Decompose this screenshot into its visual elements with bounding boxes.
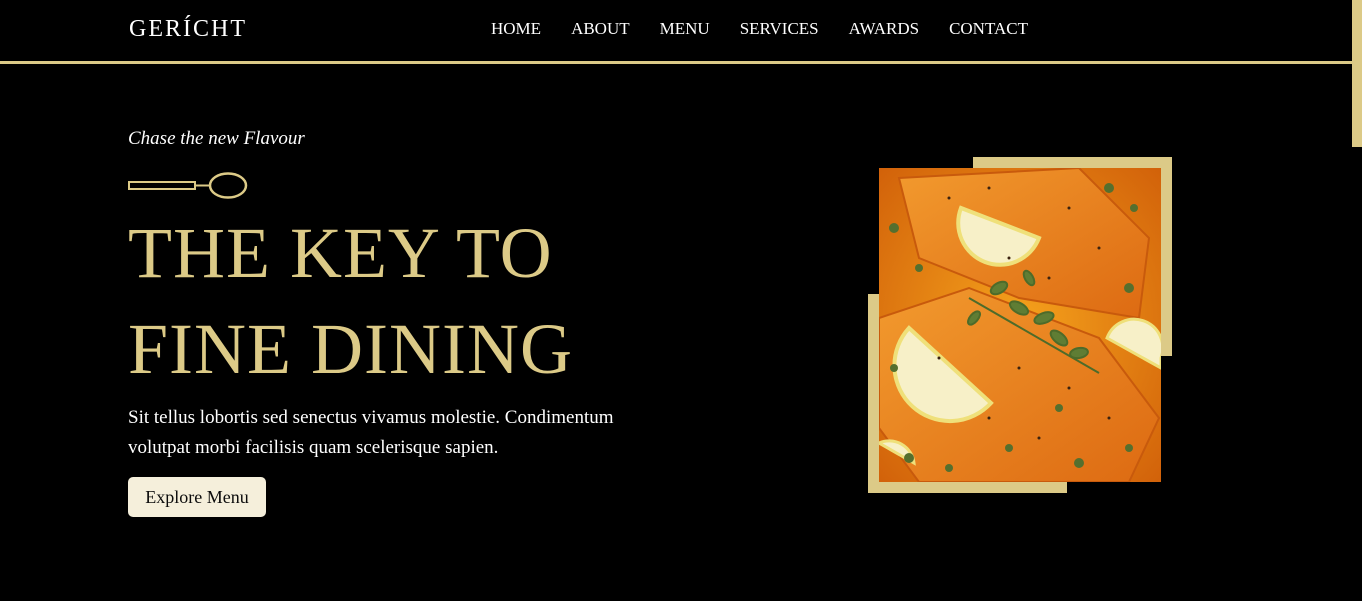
nav-link-menu[interactable]: MENU [660,18,710,40]
logo[interactable]: GERÍCHT [129,14,247,44]
nav-link-about[interactable]: ABOUT [571,18,630,40]
hero-headline: THE KEY TO FINE DINING [128,205,573,397]
scrollbar-thumb[interactable] [1352,0,1362,147]
salmon-dish-illustration [879,168,1161,482]
nav-link-contact[interactable]: CONTACT [949,18,1028,40]
scrollbar-track[interactable] [1352,0,1362,601]
hero-headline-line2: FINE DINING [128,309,573,389]
explore-menu-button[interactable]: Explore Menu [128,477,266,517]
nav-link-home[interactable]: HOME [491,18,541,40]
nav-link-services[interactable]: SERVICES [740,18,819,40]
hero-description: Sit tellus lobortis sed senectus vivamus… [128,407,614,458]
food-image [879,168,1161,482]
nav-links: HOME ABOUT MENU SERVICES AWARDS CONTACT [491,18,1058,40]
navbar: GERÍCHT HOME ABOUT MENU SERVICES AWARDS … [0,0,1352,64]
hero-headline-line1: THE KEY TO [128,213,553,293]
nav-link-awards[interactable]: AWARDS [849,18,919,40]
spoon-icon [128,172,248,199]
hero-subtitle: Chase the new Flavour [128,128,305,149]
